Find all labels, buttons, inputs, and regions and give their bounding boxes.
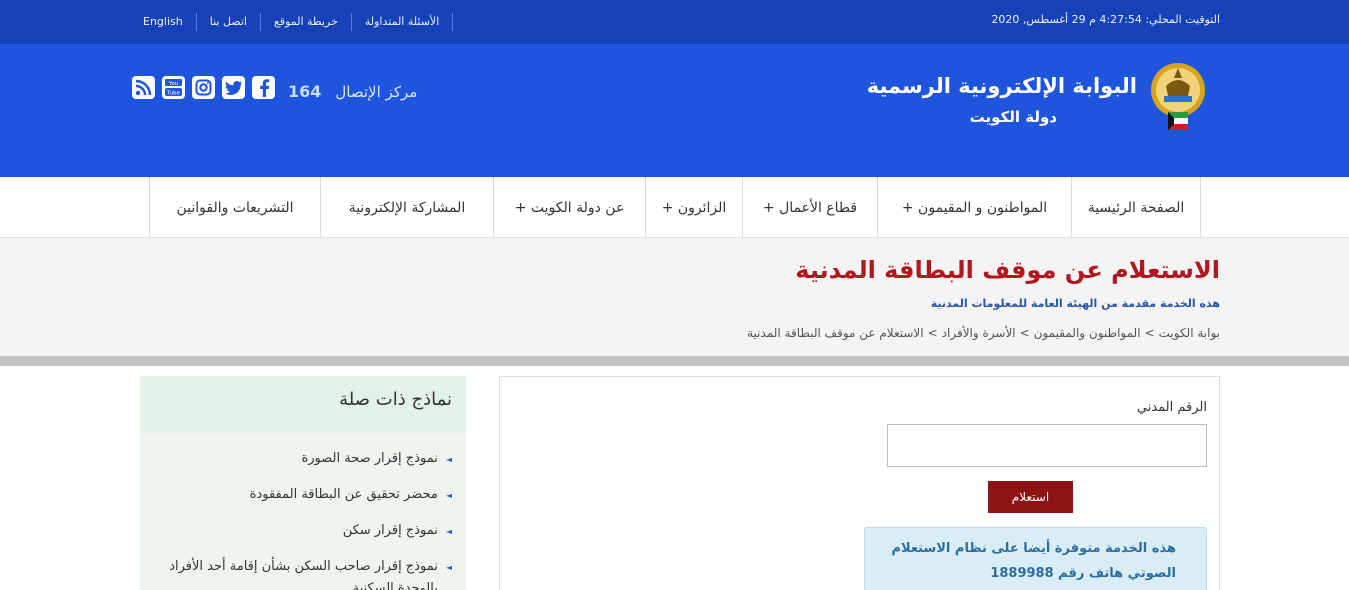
svg-text:You: You (168, 81, 178, 87)
inquiry-button[interactable]: استعلام (988, 481, 1073, 513)
call-center-label: مركز الإتصال (335, 82, 418, 101)
related-forms-header: نماذج ذات صلة (140, 376, 466, 433)
faq-link[interactable]: الأسئلة المتداولة (352, 13, 454, 31)
page-title: الاستعلام عن موقف البطاقة المدنية (795, 256, 1220, 284)
rss-icon[interactable] (132, 76, 155, 99)
bullet-icon: ◄ (445, 527, 452, 536)
nav-about-kuwait[interactable]: عن دولة الكويت + (494, 177, 646, 238)
site-subtitle: دولة الكويت (969, 108, 1057, 126)
bullet-icon: ◄ (445, 455, 452, 464)
breadcrumb-citizens-residents[interactable]: المواطنون والمقيمون (1034, 326, 1141, 340)
breadcrumb-kuwait-portal[interactable]: بوابة الكويت (1159, 326, 1220, 340)
top-bar: التوقيت المحلي: 4:27:54 م 29 أغسطس, 2020… (0, 0, 1349, 44)
related-form-link[interactable]: محضر تحقيق عن البطاقة المفقودة (250, 484, 438, 506)
breadcrumb-separator: > (1019, 326, 1030, 340)
nav-visitors[interactable]: الزائرون + (646, 177, 743, 238)
breadcrumb-current: الاستعلام عن موقف البطاقة المدنية (747, 326, 924, 340)
ivr-info-box: هذه الخدمة متوفرة أيضا على نظام الاستعلا… (864, 527, 1207, 590)
site-header: البوابة الإلكترونية الرسمية دولة الكويت … (0, 44, 1349, 177)
contact-us-link[interactable]: اتصل بنا (197, 13, 261, 31)
youtube-icon[interactable]: You Tube (162, 76, 185, 99)
info-line: الصوتي هاتف رقم 1889988 (990, 566, 1176, 581)
nav-e-participation[interactable]: المشاركة الإلكترونية (321, 177, 494, 238)
nav-business[interactable]: قطاع الأعمال + (743, 177, 878, 238)
nav-legislation[interactable]: التشريعات والقوانين (150, 177, 321, 238)
civil-id-input[interactable] (887, 424, 1207, 467)
sitemap-link[interactable]: خريطة الموقع (261, 13, 352, 31)
page-header-band: الاستعلام عن موقف البطاقة المدنية هذه ال… (0, 238, 1349, 356)
info-line: هذه الخدمة متوفرة أيضا على نظام الاستعلا… (891, 541, 1176, 556)
civil-id-label: الرقم المدني (1136, 400, 1207, 415)
related-forms-list: ◄ نموذج إقرار صحة الصورة ◄ محضر تحقيق عن… (142, 448, 452, 590)
related-forms-title: نماذج ذات صلة (339, 389, 452, 410)
social-links: You Tube (132, 76, 275, 99)
bullet-icon: ◄ (445, 491, 452, 500)
bullet-icon: ◄ (445, 563, 452, 572)
nav-home[interactable]: الصفحة الرئيسية (1072, 177, 1201, 238)
call-center-number: 164 (288, 82, 322, 101)
facebook-icon[interactable] (252, 76, 275, 99)
breadcrumb-family-individuals[interactable]: الأسرة والأفراد (942, 326, 1016, 340)
related-form-link[interactable]: نموذج إقرار سكن (343, 520, 438, 542)
breadcrumb: بوابة الكويت > المواطنون والمقيمون > الأ… (747, 326, 1220, 340)
nav-citizens-residents[interactable]: المواطنون و المقيمون + (878, 177, 1072, 238)
related-form-link[interactable]: نموذج إقرار صحة الصورة (301, 448, 437, 470)
local-time: التوقيت المحلي: 4:27:54 م 29 أغسطس, 2020 (991, 13, 1220, 26)
related-form-item[interactable]: ◄ نموذج إقرار صاحب السكن بشأن إقامة أحد … (142, 556, 452, 590)
main-navigation: الصفحة الرئيسية المواطنون و المقيمون + ق… (0, 177, 1349, 238)
svg-text:Tube: Tube (166, 90, 181, 96)
breadcrumb-separator: > (927, 326, 938, 340)
related-form-item[interactable]: ◄ نموذج إقرار صحة الصورة (142, 448, 452, 484)
page-subtitle: هذه الخدمة مقدمة من الهيئة العامة للمعلو… (930, 297, 1220, 310)
civil-id-inquiry-form: الرقم المدني استعلام هذه الخدمة متوفرة أ… (499, 376, 1220, 590)
kuwait-emblem-logo[interactable] (1146, 56, 1210, 136)
site-title: البوابة الإلكترونية الرسمية (866, 74, 1137, 98)
breadcrumb-separator: > (1144, 326, 1155, 340)
related-form-item[interactable]: ◄ نموذج إقرار سكن (142, 520, 452, 556)
top-links: English اتصل بنا خريطة الموقع الأسئلة ال… (135, 12, 454, 32)
related-form-item[interactable]: ◄ محضر تحقيق عن البطاقة المفقودة (142, 484, 452, 520)
related-forms-panel: نماذج ذات صلة ◄ نموذج إقرار صحة الصورة ◄… (140, 376, 466, 590)
call-center: 164 مركز الإتصال (288, 82, 417, 101)
related-form-link[interactable]: نموذج إقرار صاحب السكن بشأن إقامة أحد ال… (142, 556, 438, 590)
section-divider (0, 356, 1349, 366)
twitter-icon[interactable] (222, 76, 245, 99)
english-link[interactable]: English (135, 13, 197, 31)
instagram-icon[interactable] (192, 76, 215, 99)
